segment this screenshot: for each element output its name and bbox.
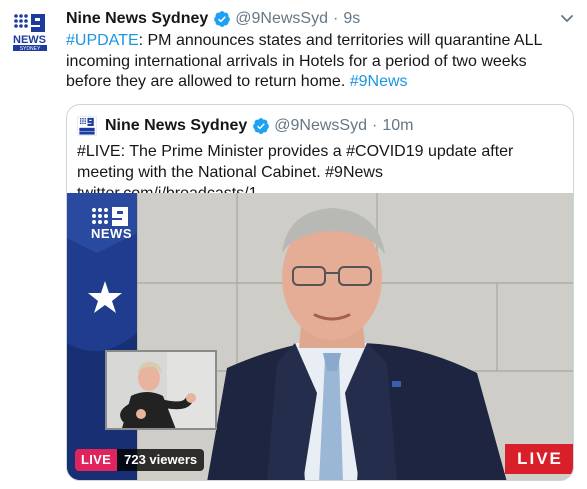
author-name[interactable]: Nine News Sydney (66, 10, 208, 28)
tweet[interactable]: NEWS SYDNEY Nine News Sydney @9NewsSyd ·… (0, 0, 587, 489)
nine-logo-mark (92, 207, 128, 226)
quoted-author-name[interactable]: Nine News Sydney (105, 117, 247, 135)
verified-badge-icon (213, 10, 231, 28)
separator-dot: · (333, 10, 339, 27)
channel-logo: NEWS (91, 207, 133, 241)
quoted-tweet-header: Nine News Sydney @9NewsSyd · 10m (77, 113, 413, 139)
video-frame (67, 193, 573, 480)
tweet-time[interactable]: 9s (343, 10, 360, 28)
tweet-text: #UPDATE: PM announces states and territo… (66, 31, 572, 93)
live-viewers-badge: LIVE 723 viewers (75, 449, 205, 471)
hashtag-update[interactable]: #UPDATE (66, 32, 139, 49)
tweet-header: Nine News Sydney @9NewsSyd · 9s (66, 8, 360, 30)
channel-logo-text: NEWS (91, 226, 132, 241)
live-label: LIVE (75, 449, 118, 471)
interpreter-figure (107, 352, 215, 428)
avatar[interactable]: NEWS SYDNEY (12, 12, 48, 52)
separator-dot: · (372, 117, 378, 134)
quoted-avatar (77, 116, 97, 136)
avatar-logo-text: NEWS (13, 34, 46, 46)
live-corner-bug: LIVE (505, 444, 573, 474)
broadcast-video[interactable]: NEWS LIVE 723 viewers LIVE (67, 193, 573, 480)
avatar-sub-text: SYDNEY (20, 46, 41, 52)
viewer-count: 723 viewers (117, 449, 205, 471)
quoted-tweet-time[interactable]: 10m (382, 117, 413, 135)
verified-badge-icon (252, 117, 270, 135)
author-handle[interactable]: @9NewsSyd (235, 10, 328, 28)
hashtag-9news[interactable]: #9News (350, 73, 408, 90)
interpreter-inset (105, 350, 217, 430)
quoted-tweet[interactable]: Nine News Sydney @9NewsSyd · 10m #LIVE: … (66, 104, 574, 481)
chevron-down-icon[interactable] (559, 10, 575, 26)
quoted-author-handle[interactable]: @9NewsSyd (274, 117, 367, 135)
